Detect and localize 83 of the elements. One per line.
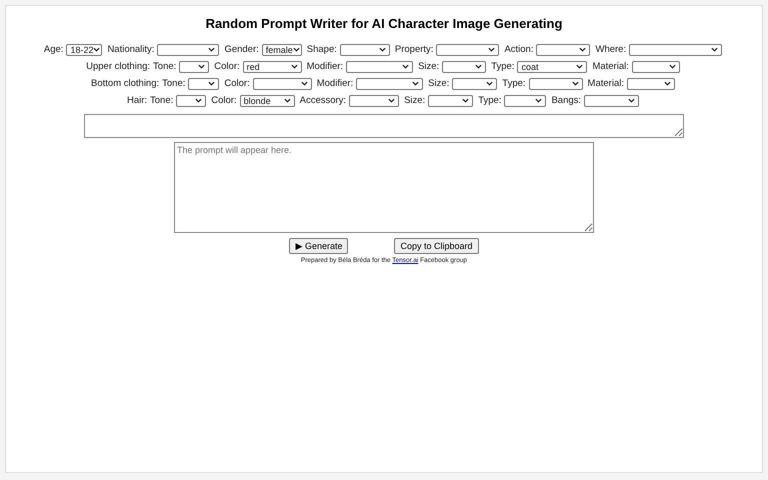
caret-icon <box>668 64 676 69</box>
field-label: Material: <box>588 78 624 89</box>
dropdown[interactable] <box>504 94 546 106</box>
field-label: Type: <box>502 78 526 89</box>
dropdown[interactable] <box>157 44 220 56</box>
dropdown[interactable] <box>188 78 220 90</box>
field-label: Bangs: <box>551 95 582 106</box>
caret-icon <box>711 47 718 52</box>
input-field[interactable] <box>84 114 684 138</box>
field-label: Size: <box>428 78 450 89</box>
field-label: Type: <box>491 61 514 72</box>
dropdown[interactable] <box>632 60 680 72</box>
dropdown[interactable] <box>179 60 210 72</box>
caret-icon <box>664 81 671 86</box>
field-label: Nationality: <box>107 44 154 55</box>
caret-icon <box>378 47 386 52</box>
caret-icon <box>208 81 216 86</box>
field-label: Property: <box>394 44 434 55</box>
field-label: Tone: <box>162 78 186 89</box>
dropdown[interactable] <box>626 78 675 90</box>
field-label: Size: <box>418 61 440 72</box>
dropdown[interactable]: blonde <box>240 94 295 106</box>
dropdown[interactable]: red <box>242 60 302 72</box>
caret-icon <box>402 64 410 69</box>
field-label: Color: <box>211 95 237 106</box>
page-title: Random Prompt Writer for AI Character Image Generating <box>206 16 562 31</box>
caret-icon <box>576 64 584 69</box>
caret-icon <box>93 47 100 52</box>
field-label: Modifier: <box>316 78 354 89</box>
dropdown[interactable]: coat <box>517 60 588 72</box>
field-label: Accessory: <box>300 95 346 106</box>
dropdown[interactable] <box>356 78 424 90</box>
field-label: Color: <box>224 78 250 89</box>
field-label: Modifier: <box>306 61 344 72</box>
caret-icon <box>475 64 482 69</box>
field-label: Shape: <box>306 44 337 55</box>
caret-icon <box>579 47 586 52</box>
caret-icon <box>284 98 291 103</box>
field-label: Action: <box>504 44 534 55</box>
dropdown[interactable]: 18-22 <box>66 44 102 56</box>
dropdown[interactable] <box>584 94 640 106</box>
field-label: Size: <box>404 95 426 106</box>
caret-icon <box>195 98 202 103</box>
field-label: Tone: <box>153 61 176 72</box>
dropdown[interactable] <box>349 94 400 106</box>
group-label: Hair: <box>126 95 148 106</box>
dropdown[interactable] <box>629 44 722 56</box>
caret-icon <box>462 98 470 103</box>
caret-icon <box>208 47 216 52</box>
caret-icon <box>300 81 308 86</box>
field-label: Color: <box>214 61 240 72</box>
caret-icon <box>535 98 542 103</box>
field-label: Material: <box>592 61 629 72</box>
field-label: Gender: <box>224 44 259 55</box>
caret-icon <box>628 98 636 103</box>
generate-button[interactable]: ▶ Generate <box>289 238 348 254</box>
caret-icon <box>292 47 300 52</box>
dropdown[interactable] <box>442 60 486 72</box>
dropdown[interactable]: female <box>262 44 302 56</box>
caret-icon <box>198 64 206 69</box>
dropdown[interactable] <box>536 44 590 56</box>
group-label: Bottom clothing: <box>91 78 160 89</box>
dropdown[interactable] <box>528 78 583 90</box>
caret-icon <box>412 81 420 86</box>
caret-icon <box>486 81 494 86</box>
field-label: Age: <box>44 44 64 55</box>
group-label: Upper clothing: <box>86 61 150 72</box>
copy-button[interactable]: Copy to Clipboard <box>394 238 479 254</box>
dropdown[interactable] <box>176 94 206 106</box>
dropdown[interactable] <box>252 78 312 90</box>
field-label: Type: <box>478 95 502 106</box>
caret-icon <box>488 47 496 52</box>
caret-icon <box>572 81 579 86</box>
dropdown[interactable] <box>428 94 474 106</box>
dropdown[interactable] <box>346 60 414 72</box>
caret-icon <box>290 64 298 69</box>
prompt-field[interactable]: The prompt will appear here. <box>174 142 594 233</box>
field-label: Tone: <box>150 95 174 106</box>
dropdown[interactable] <box>452 78 498 90</box>
caret-icon <box>388 98 396 103</box>
dropdown[interactable] <box>340 44 390 56</box>
field-label: Where: <box>595 44 626 55</box>
dropdown[interactable] <box>436 44 500 56</box>
